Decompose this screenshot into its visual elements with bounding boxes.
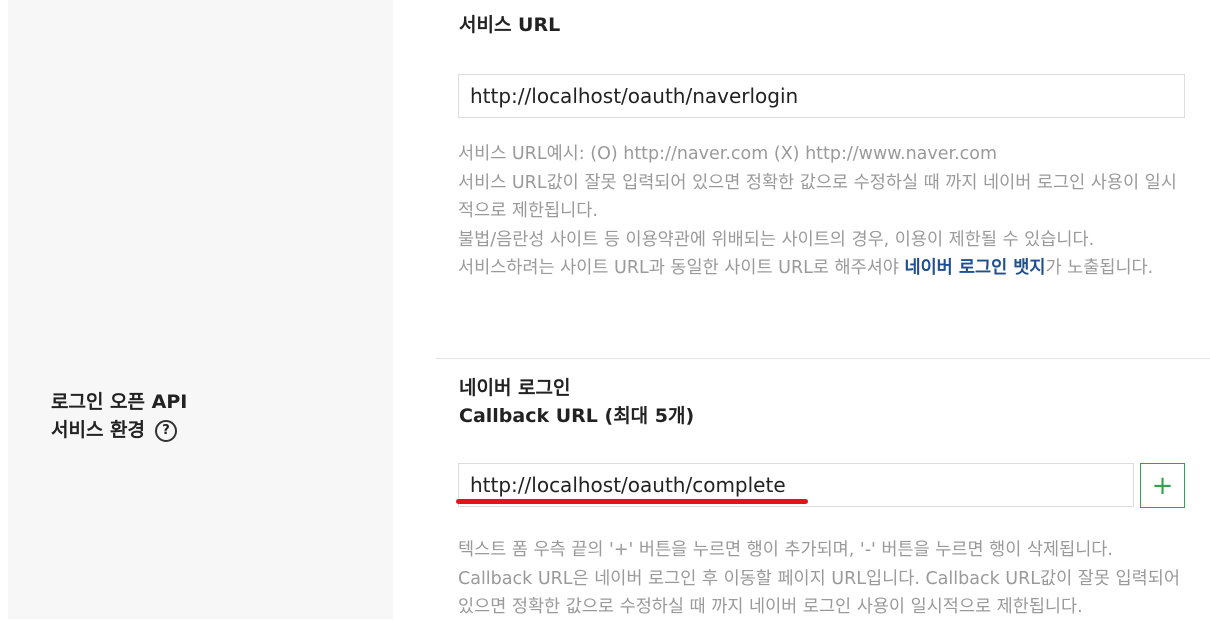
section-label-line2: 서비스 환경? [51, 416, 187, 444]
naver-login-badge-link[interactable]: 네이버 로그인 뱃지 [904, 258, 1045, 278]
service-url-input[interactable] [458, 74, 1185, 118]
section-label-line1: 로그인 오픈 API [51, 391, 188, 413]
section-label: 로그인 오픈 API 서비스 환경? [51, 388, 187, 444]
section-label-line2-text: 서비스 환경 [51, 419, 146, 441]
annotation-underline [456, 499, 808, 504]
service-url-help-line: 서비스 URL값이 잘못 입력되어 있으면 정확한 값으로 수정하실 때 까지 … [458, 172, 1177, 222]
badge-help-line: 서비스하려는 사이트 URL과 동일한 사이트 URL로 해주셔야 네이버 로그… [458, 254, 1183, 283]
callback-title: 네이버 로그인 Callback URL (최대 5개) [459, 374, 694, 430]
callback-help-line: 텍스트 폼 우측 끝의 '+' 버튼을 누르면 행이 추가되며, '-' 버튼을… [458, 540, 1113, 560]
add-callback-row-button[interactable]: + [1140, 463, 1185, 508]
section-divider [436, 358, 1210, 359]
service-url-help-line: 불법/음란성 사이트 등 이용약관에 위배되는 사이트의 경우, 이용이 제한될… [458, 229, 1095, 250]
service-url-title: 서비스 URL [459, 14, 561, 36]
service-url-help-line: 서비스 URL예시: (O) http://naver.com (X) http… [458, 144, 998, 164]
help-icon[interactable]: ? [155, 420, 178, 442]
callback-help-line: Callback URL은 네이버 로그인 후 이동할 페이지 URL입니다. … [458, 568, 1180, 618]
badge-help-suffix: 가 노출됩니다. [1045, 258, 1154, 279]
service-url-help: 서비스 URL예시: (O) http://naver.com (X) http… [458, 140, 1183, 283]
callback-title-line1: 네이버 로그인 [459, 377, 571, 399]
left-panel [8, 0, 393, 619]
badge-help-prefix: 서비스하려는 사이트 URL과 동일한 사이트 URL로 해주셔야 [458, 258, 905, 279]
callback-help: 텍스트 폼 우측 끝의 '+' 버튼을 누르면 행이 추가되며, '-' 버튼을… [458, 536, 1183, 622]
callback-title-line2: Callback URL (최대 5개) [459, 405, 695, 427]
